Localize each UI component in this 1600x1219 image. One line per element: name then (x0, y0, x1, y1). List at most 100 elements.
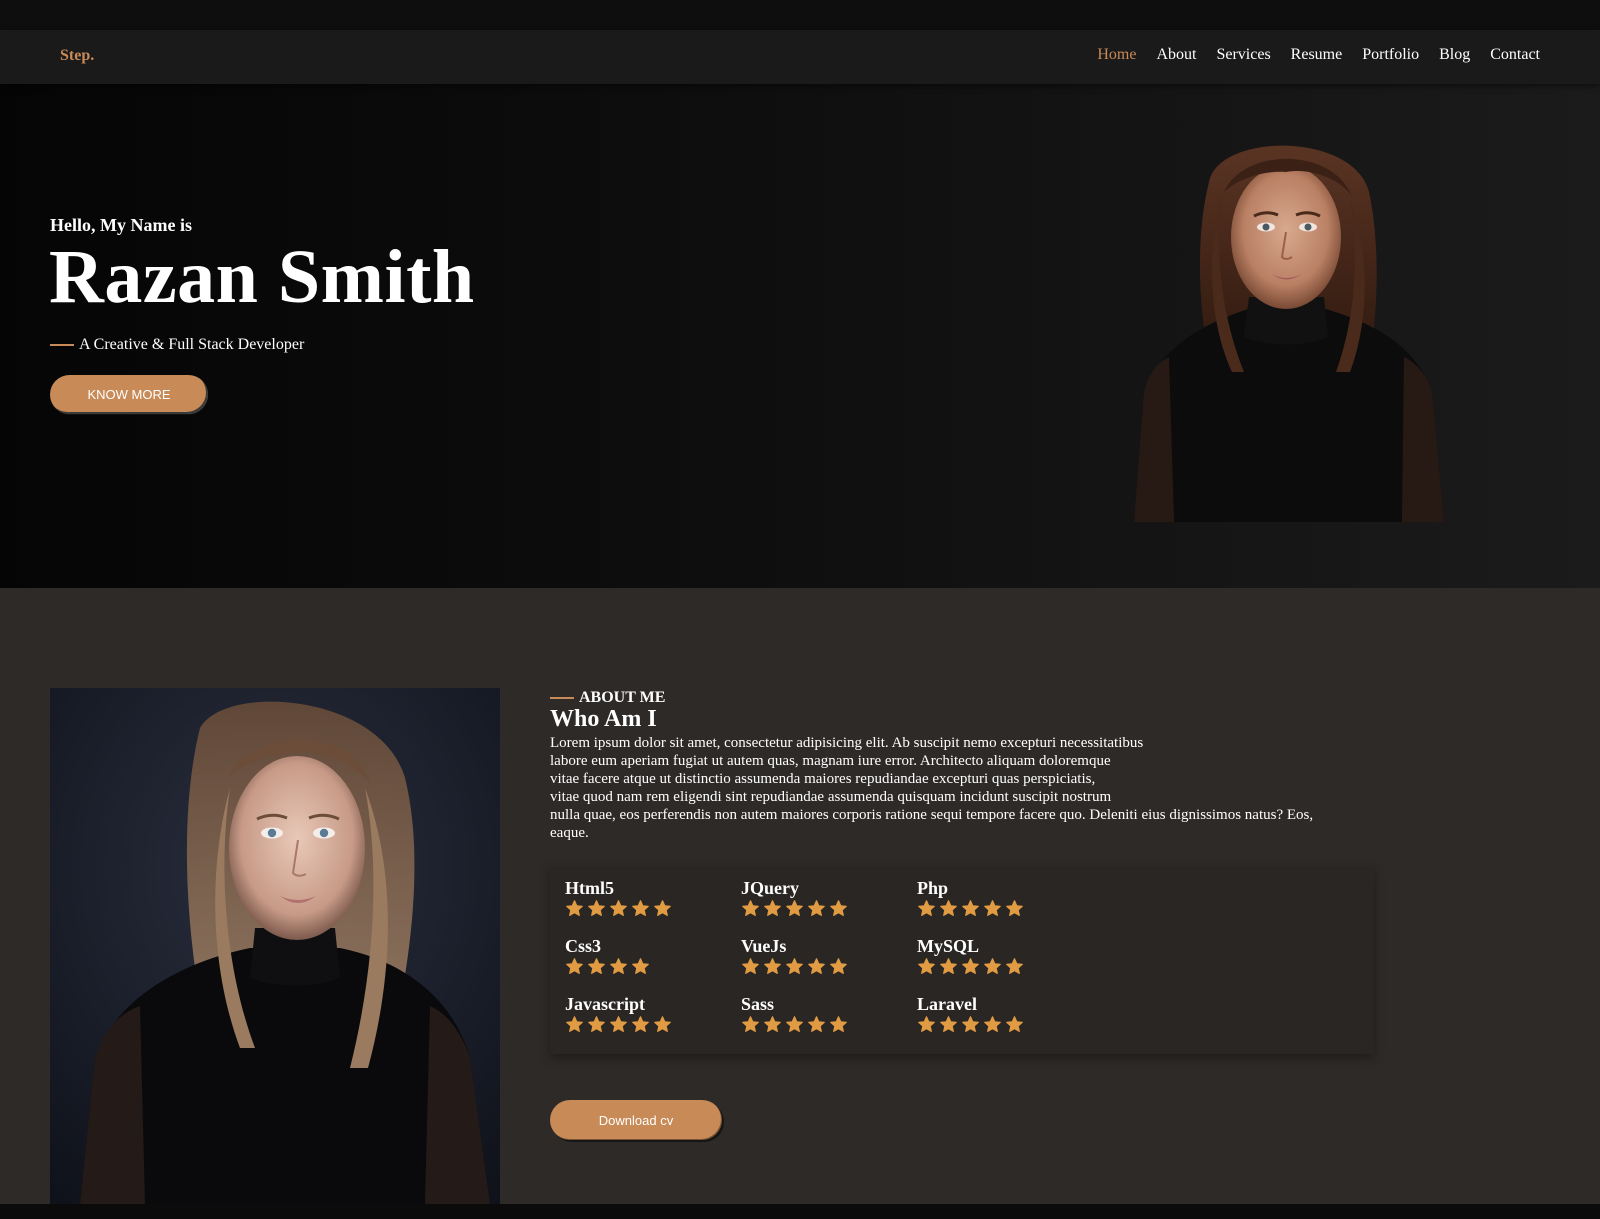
skill-rating (565, 899, 735, 918)
skill-item: Css3 (565, 936, 735, 976)
star-icon (830, 900, 847, 916)
hero-tagline-row: A Creative & Full Stack Developer (50, 336, 304, 354)
nav-link-about[interactable]: About (1156, 46, 1196, 64)
skill-rating (565, 957, 735, 976)
star-icon (654, 1016, 671, 1032)
nav-link-home[interactable]: Home (1097, 46, 1136, 64)
star-icon (610, 1016, 627, 1032)
about-paragraph: Lorem ipsum dolor sit amet, consectetur … (550, 734, 1370, 842)
star-icon (808, 958, 825, 974)
star-icon (566, 900, 583, 916)
about-title: Who Am I (550, 706, 657, 732)
star-icon (786, 900, 803, 916)
eyebrow-accent-line (550, 697, 574, 699)
skill-rating (741, 899, 911, 918)
skill-item: Sass (741, 994, 911, 1034)
nav-links: Home About Services Resume Portfolio Blo… (1097, 46, 1540, 64)
star-icon (918, 900, 935, 916)
star-icon (830, 958, 847, 974)
about-paragraph-line: vitae quod nam rem eligendi sint repudia… (550, 789, 1112, 805)
star-icon (786, 1016, 803, 1032)
star-icon (1006, 900, 1023, 916)
hero-greeting: Hello, My Name is (50, 215, 192, 235)
skill-name: Sass (741, 994, 775, 1014)
skill-name: JQuery (741, 878, 799, 898)
star-icon (742, 958, 759, 974)
skill-item: Javascript (565, 994, 735, 1034)
about-paragraph-line: vitae facere atque ut distinctio assumen… (550, 771, 1096, 787)
star-icon (632, 958, 649, 974)
bottom-strip (0, 1204, 1600, 1219)
hero-tagline: A Creative & Full Stack Developer (79, 336, 305, 353)
star-icon (984, 958, 1001, 974)
tagline-accent-line (50, 344, 74, 346)
star-icon (588, 1016, 605, 1032)
nav-link-resume[interactable]: Resume (1291, 46, 1343, 64)
know-more-button[interactable]: KNOW MORE (50, 375, 208, 414)
skill-rating (917, 957, 1087, 976)
star-icon (632, 900, 649, 916)
skill-item: Html5 (565, 878, 735, 918)
about-section: ABOUT ME Who Am I Lorem ipsum dolor sit … (0, 588, 1600, 1204)
star-icon (830, 1016, 847, 1032)
download-cv-button[interactable]: Download cv (550, 1100, 722, 1140)
skill-item: Laravel (917, 994, 1087, 1034)
skills-card: Html5 JQuery Php Css3 VueJs MySQL Javasc… (550, 866, 1374, 1054)
star-icon (566, 958, 583, 974)
skill-item: VueJs (741, 936, 911, 976)
star-icon (940, 958, 957, 974)
star-icon (808, 900, 825, 916)
star-icon (566, 1016, 583, 1032)
star-icon (764, 1016, 781, 1032)
star-icon (1006, 1016, 1023, 1032)
star-icon (962, 958, 979, 974)
skill-name: Html5 (565, 878, 614, 898)
hero-name: Razan Smith (49, 235, 475, 319)
star-icon (940, 900, 957, 916)
star-icon (918, 1016, 935, 1032)
top-strip (0, 0, 1600, 30)
about-paragraph-line: Lorem ipsum dolor sit amet, consectetur … (550, 735, 1144, 751)
star-icon (654, 900, 671, 916)
about-paragraph-line: labore eum aperiam fugiat ut autem quas,… (550, 753, 1111, 769)
skill-name: Laravel (917, 994, 977, 1014)
nav-link-portfolio[interactable]: Portfolio (1362, 46, 1419, 64)
star-icon (940, 1016, 957, 1032)
skill-name: VueJs (741, 936, 787, 956)
skill-name: Php (917, 878, 949, 898)
nav-link-blog[interactable]: Blog (1439, 46, 1470, 64)
star-icon (1006, 958, 1023, 974)
about-portrait-image (50, 688, 500, 1204)
about-eyebrow: ABOUT ME (579, 689, 666, 706)
skill-rating (917, 1015, 1087, 1034)
hero-portrait-image (1114, 122, 1458, 522)
star-icon (984, 900, 1001, 916)
skill-rating (565, 1015, 735, 1034)
star-icon (918, 958, 935, 974)
star-icon (786, 958, 803, 974)
about-paragraph-line: eaque. (550, 825, 589, 841)
star-icon (764, 900, 781, 916)
star-icon (808, 1016, 825, 1032)
skill-item: MySQL (917, 936, 1087, 976)
skill-item: Php (917, 878, 1087, 918)
nav-link-contact[interactable]: Contact (1490, 46, 1540, 64)
star-icon (962, 1016, 979, 1032)
star-icon (632, 1016, 649, 1032)
skill-rating (917, 899, 1087, 918)
hero-section: Hello, My Name is Razan Smith A Creative… (0, 84, 1600, 588)
star-icon (610, 958, 627, 974)
star-icon (588, 900, 605, 916)
skill-name: Css3 (565, 936, 602, 956)
star-icon (742, 1016, 759, 1032)
nav-link-services[interactable]: Services (1216, 46, 1270, 64)
star-icon (742, 900, 759, 916)
about-paragraph-line: nulla quae, eos perferendis non autem ma… (550, 807, 1314, 823)
star-icon (610, 900, 627, 916)
star-icon (764, 958, 781, 974)
star-icon (588, 958, 605, 974)
about-eyebrow-row: ABOUT ME (550, 689, 665, 707)
brand-logo[interactable]: Step. (60, 47, 94, 65)
skill-name: MySQL (917, 936, 980, 956)
star-icon (984, 1016, 1001, 1032)
